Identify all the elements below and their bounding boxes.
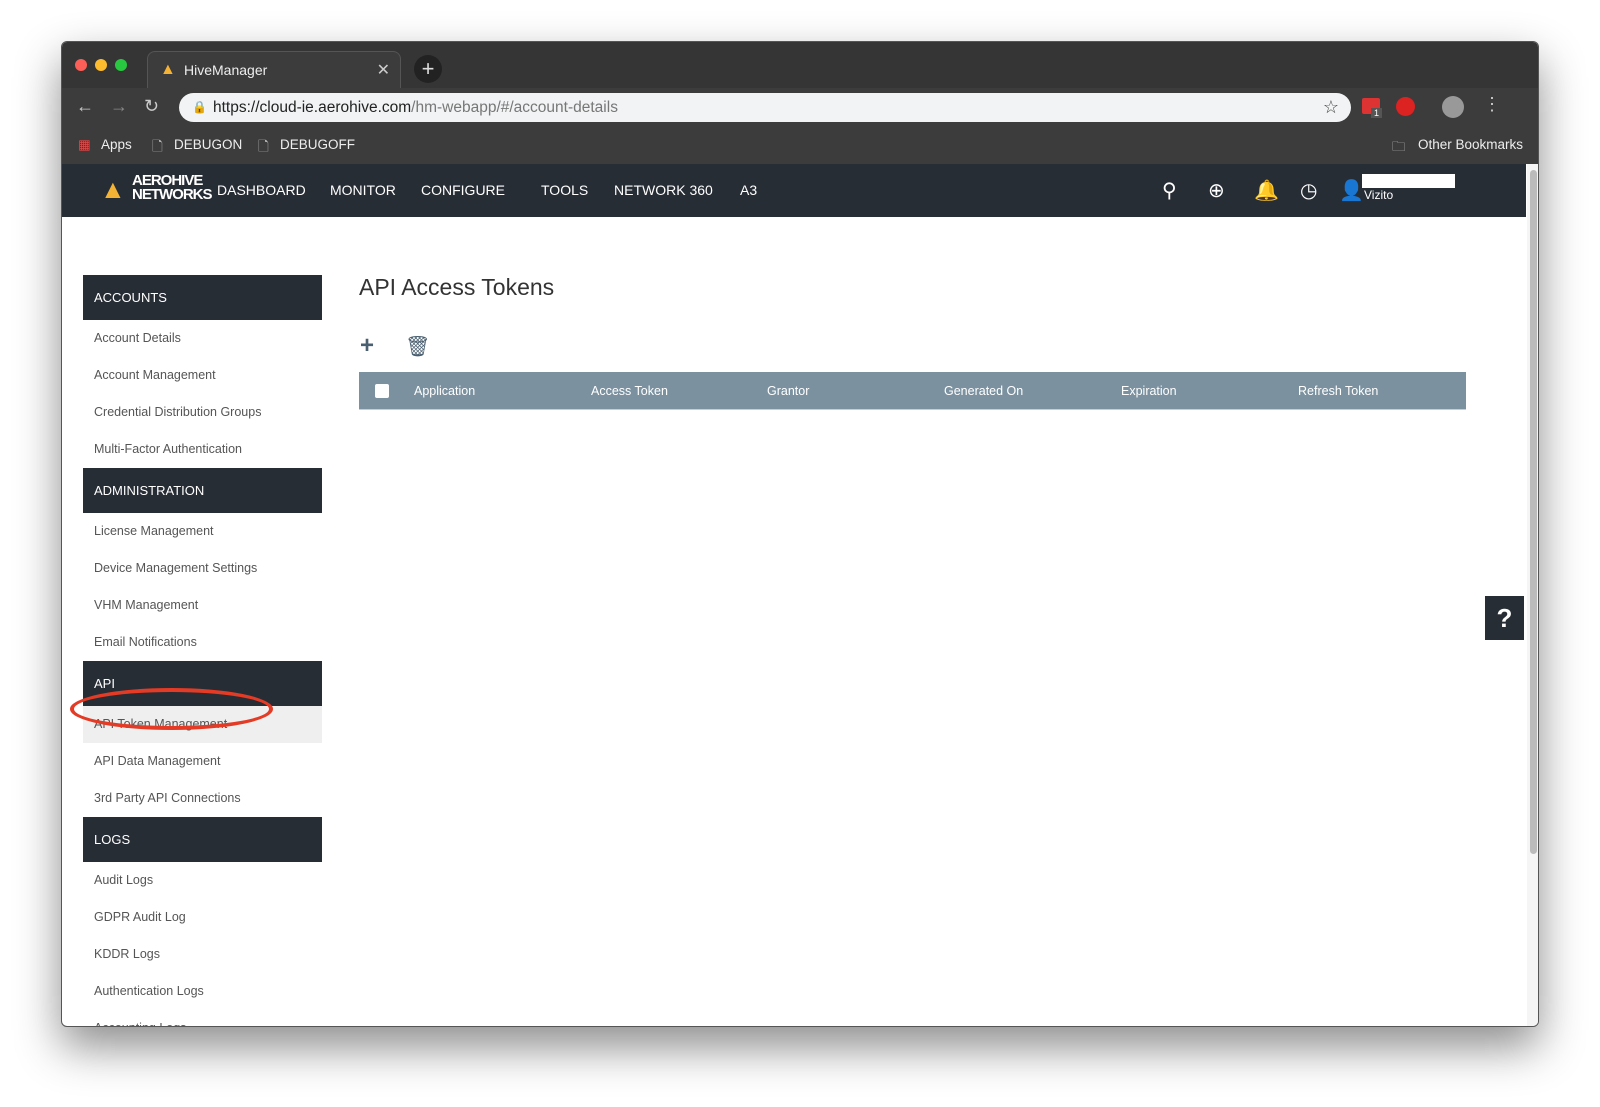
address-bar-row: ← → ↻ 🔒 https://cloud-ie.aerohive.com/hm… bbox=[62, 88, 1538, 126]
app-header: ▲ AEROHIVE NETWORKS DASHBOARD MONITOR CO… bbox=[62, 164, 1526, 217]
menu-dashboard[interactable]: DASHBOARD bbox=[217, 182, 306, 198]
other-bookmarks[interactable]: Other Bookmarks bbox=[1418, 137, 1523, 152]
redacted-username bbox=[1362, 174, 1455, 188]
sidebar-item-authentication-logs[interactable]: Authentication Logs bbox=[83, 973, 322, 1010]
bookmark-debugon[interactable]: DEBUGON bbox=[174, 137, 242, 152]
sidebar-item-audit-logs[interactable]: Audit Logs bbox=[83, 862, 322, 899]
extension-badge: 1 bbox=[1371, 108, 1383, 118]
sidebar-item-account-details[interactable]: Account Details bbox=[83, 320, 322, 357]
sidebar-section-accounts: ACCOUNTS bbox=[83, 275, 322, 320]
scrollbar-thumb[interactable] bbox=[1530, 170, 1537, 854]
browser-window: ▲ HiveManager ✕ + ← → ↻ 🔒 https://cloud-… bbox=[61, 41, 1539, 1027]
select-all-checkbox[interactable] bbox=[375, 384, 389, 398]
sidebar-item-email-notifications[interactable]: Email Notifications bbox=[83, 624, 322, 661]
column-access-token[interactable]: Access Token bbox=[591, 384, 668, 398]
bell-icon[interactable]: 🔔 bbox=[1254, 178, 1279, 203]
add-token-button[interactable]: + bbox=[360, 332, 374, 360]
sidebar-section-logs: LOGS bbox=[83, 817, 322, 862]
lock-icon: 🔒 bbox=[192, 100, 207, 114]
sidebar-item-3rd-party-api-connections[interactable]: 3rd Party API Connections bbox=[83, 780, 322, 817]
page-title: API Access Tokens bbox=[359, 274, 555, 300]
menu-tools[interactable]: TOOLS bbox=[541, 182, 588, 198]
aerohive-logo[interactable]: AEROHIVE NETWORKS bbox=[132, 173, 213, 202]
reload-icon[interactable]: ↻ bbox=[144, 96, 159, 117]
sidebar-item-account-management[interactable]: Account Management bbox=[83, 357, 322, 394]
page-scrollbar[interactable] bbox=[1527, 164, 1538, 1026]
browser-menu-icon[interactable]: ⋮ bbox=[1483, 94, 1501, 115]
sidebar-item-kddr-logs[interactable]: KDDR Logs bbox=[83, 936, 322, 973]
bookmark-debugoff[interactable]: DEBUGOFF bbox=[280, 137, 355, 152]
help-button[interactable]: ? bbox=[1485, 596, 1524, 640]
column-refresh-token[interactable]: Refresh Token bbox=[1298, 384, 1378, 398]
clock-icon[interactable]: ◷ bbox=[1300, 178, 1317, 203]
aerohive-favicon-icon: ▲ bbox=[160, 61, 176, 78]
sidebar-item-license-management[interactable]: License Management bbox=[83, 513, 322, 550]
highlight-annotation-oval bbox=[70, 688, 273, 730]
page-icon: 🗋 bbox=[258, 139, 269, 154]
profile-avatar[interactable] bbox=[1442, 96, 1464, 118]
menu-monitor[interactable]: MONITOR bbox=[330, 182, 396, 198]
search-icon[interactable]: ⚲ bbox=[1162, 178, 1177, 203]
adblock-extension-icon[interactable] bbox=[1396, 97, 1415, 116]
minimize-window-button[interactable] bbox=[95, 59, 107, 71]
close-tab-icon[interactable]: ✕ bbox=[377, 60, 390, 80]
add-icon[interactable]: ⊕ bbox=[1208, 178, 1225, 203]
new-tab-button[interactable]: + bbox=[414, 55, 442, 83]
sidebar-item-accounting-logs[interactable]: Accounting Logs bbox=[83, 1010, 322, 1026]
back-icon[interactable]: ← bbox=[76, 96, 94, 117]
aerohive-logo-icon: ▲ bbox=[100, 174, 126, 204]
tab-title: HiveManager bbox=[184, 62, 268, 78]
browser-tab[interactable]: ▲ HiveManager ✕ bbox=[147, 51, 401, 89]
sidebar-section-administration: ADMINISTRATION bbox=[83, 468, 322, 513]
sidebar-item-vhm-management[interactable]: VHM Management bbox=[83, 587, 322, 624]
column-expiration[interactable]: Expiration bbox=[1121, 384, 1177, 398]
column-application[interactable]: Application bbox=[414, 384, 475, 398]
column-generated-on[interactable]: Generated On bbox=[944, 384, 1023, 398]
apps-grid-icon: ▦ bbox=[78, 137, 91, 152]
sidebar-item-device-management-settings[interactable]: Device Management Settings bbox=[83, 550, 322, 587]
maximize-window-button[interactable] bbox=[115, 59, 127, 71]
bookmarks-bar: ▦ Apps 🗋 DEBUGON 🗋 DEBUGOFF 🗀 Other Book… bbox=[62, 126, 1538, 164]
menu-configure[interactable]: CONFIGURE bbox=[421, 182, 505, 198]
forward-icon[interactable]: → bbox=[110, 96, 128, 117]
column-grantor[interactable]: Grantor bbox=[767, 384, 809, 398]
page-icon: 🗋 bbox=[152, 139, 163, 154]
menu-a3[interactable]: A3 bbox=[740, 182, 757, 198]
delete-token-button[interactable]: 🗑 bbox=[405, 334, 430, 359]
url-host: https://cloud-ie.aerohive.com bbox=[213, 99, 412, 116]
url-input[interactable]: 🔒 https://cloud-ie.aerohive.com/hm-webap… bbox=[179, 93, 1351, 122]
tab-bar: ▲ HiveManager ✕ + bbox=[62, 42, 1538, 89]
sidebar-item-credential-distribution-groups[interactable]: Credential Distribution Groups bbox=[83, 394, 322, 431]
user-name[interactable]: Vizito bbox=[1364, 188, 1393, 202]
bookmark-apps[interactable]: Apps bbox=[101, 137, 132, 152]
sidebar-item-multi-factor-authentication[interactable]: Multi-Factor Authentication bbox=[83, 431, 322, 468]
bookmark-star-icon[interactable]: ☆ bbox=[1323, 93, 1339, 122]
menu-network-360[interactable]: NETWORK 360 bbox=[614, 182, 713, 198]
sidebar-item-api-data-management[interactable]: API Data Management bbox=[83, 743, 322, 780]
url-path: /hm-webapp/#/account-details bbox=[411, 99, 618, 116]
user-icon[interactable]: 👤 bbox=[1339, 178, 1364, 203]
close-window-button[interactable] bbox=[75, 59, 87, 71]
sidebar-item-gdpr-audit-log[interactable]: GDPR Audit Log bbox=[83, 899, 322, 936]
tokens-table-header: Application Access Token Grantor Generat… bbox=[359, 372, 1466, 410]
folder-icon: 🗀 bbox=[1392, 139, 1406, 154]
